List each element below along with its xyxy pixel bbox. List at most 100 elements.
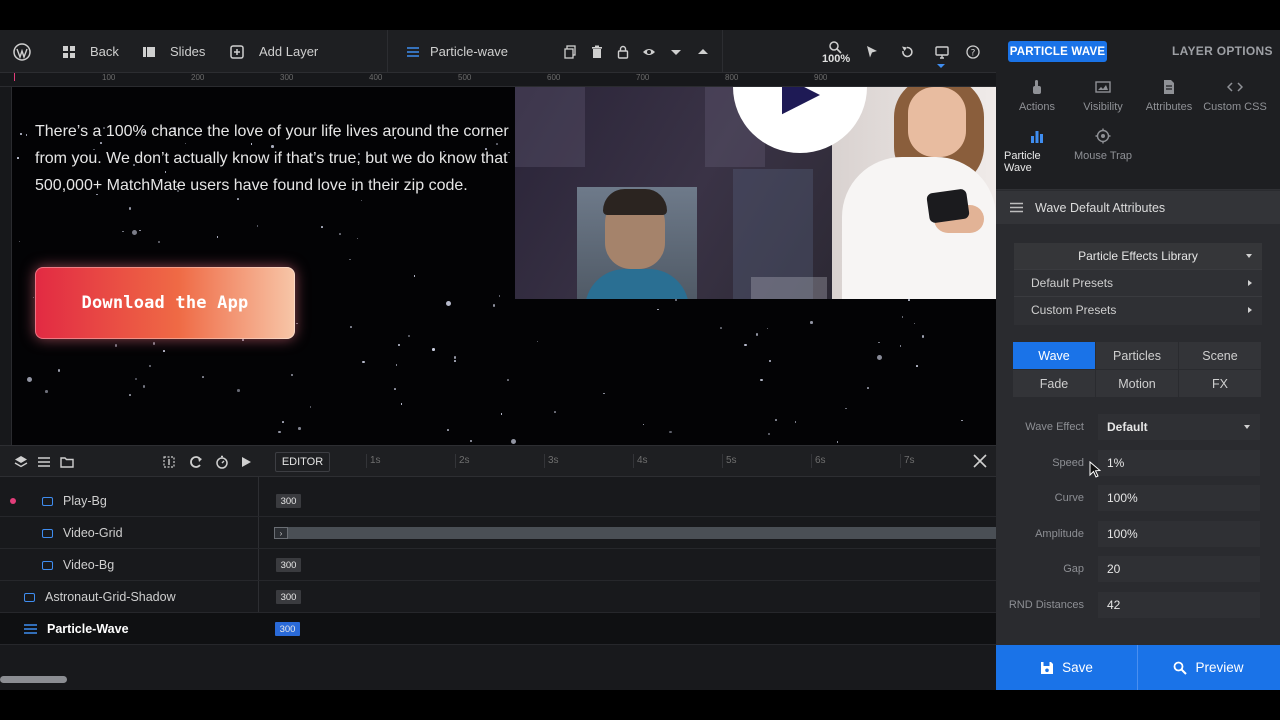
rnd-distances-input[interactable]: 42: [1098, 592, 1260, 618]
delete-layer-button[interactable]: [590, 30, 604, 73]
duration-badge[interactable]: 300: [275, 622, 300, 636]
lock-icon: [616, 45, 630, 59]
tab-scene[interactable]: Scene: [1179, 342, 1261, 369]
layers-icon[interactable]: [14, 455, 28, 469]
library-dropdown[interactable]: Particle Effects Library: [1014, 243, 1262, 269]
particle-wave-icon: [406, 45, 420, 59]
amplitude-field: Amplitude 100%: [996, 519, 1280, 549]
chevron-right-icon: [1248, 280, 1252, 286]
slides-button[interactable]: Slides: [142, 30, 205, 73]
duplicate-layer-button[interactable]: [563, 30, 577, 73]
particle-dot: [511, 439, 517, 445]
lock-layer-button[interactable]: [616, 30, 630, 73]
back-button[interactable]: Back: [62, 30, 119, 73]
wave-effect-select[interactable]: Default: [1098, 414, 1260, 440]
section-header[interactable]: Wave Default Attributes: [996, 191, 1280, 224]
duration-badge[interactable]: 300: [276, 590, 301, 604]
timeline-layers: Play-Bg 300 Video-Grid › Video-Bg 300 As…: [0, 477, 996, 690]
tab-particle-wave[interactable]: Particle Wave: [1004, 128, 1070, 174]
save-button[interactable]: Save: [996, 645, 1137, 690]
layer-down-button[interactable]: [669, 30, 683, 73]
particle-dot: [760, 378, 763, 382]
row-name: Particle-Wave: [24, 613, 129, 645]
magnifier-icon: [828, 40, 842, 54]
particle-dot: [360, 199, 363, 202]
zoom-level: 100%: [822, 53, 851, 65]
tab-label: Mouse Trap: [1073, 150, 1133, 162]
particle-dot: [282, 420, 284, 423]
rnd-distances-field: RND Distances 42: [996, 590, 1280, 620]
hero-paragraph[interactable]: There’s a 100% chance the love of your l…: [35, 118, 525, 199]
duration-badge[interactable]: 300: [276, 558, 301, 572]
editor-toolbar: Back Slides Add Layer Particle-wave 100%…: [0, 30, 996, 73]
track-handle[interactable]: ›: [274, 527, 288, 539]
list-icon[interactable]: [37, 455, 51, 469]
duration-badge[interactable]: 300: [276, 494, 301, 508]
tab-custom-css[interactable]: Custom CSS: [1202, 79, 1268, 123]
particle-dot: [395, 364, 398, 366]
layer-options-tab[interactable]: LAYER OPTIONS: [1172, 44, 1273, 58]
particle-dot: [498, 295, 501, 297]
time-label: 6s: [815, 455, 826, 466]
tab-particles[interactable]: Particles: [1096, 342, 1178, 369]
tab-attributes[interactable]: Attributes: [1136, 79, 1202, 123]
particle-dot: [309, 406, 312, 408]
play-icon: [782, 87, 820, 115]
particle-dot: [845, 407, 847, 410]
horizontal-scrollbar[interactable]: [0, 676, 67, 683]
mouse-cursor-icon: [1089, 461, 1101, 479]
preview-button[interactable]: Preview: [1138, 645, 1279, 690]
particle-dot: [866, 387, 869, 389]
video-grid-track[interactable]: ›: [274, 527, 996, 539]
tab-actions[interactable]: Actions: [1004, 79, 1070, 123]
particle-dot: [766, 327, 769, 330]
custom-presets-row[interactable]: Custom Presets: [1014, 296, 1262, 323]
visibility-toggle-button[interactable]: [642, 30, 656, 73]
particle-dot: [338, 233, 341, 235]
layer-up-button[interactable]: [696, 30, 710, 73]
timeline-row-video-grid[interactable]: Video-Grid ›: [0, 517, 996, 549]
particle-dot: [960, 419, 963, 422]
layer-name: Video-Grid: [63, 526, 123, 540]
speed-input[interactable]: 1%: [1098, 450, 1260, 476]
field-value: Default: [1107, 420, 1148, 434]
time-gridline: [455, 454, 456, 468]
editor-tab[interactable]: EDITOR: [275, 452, 330, 472]
time-label: 5s: [726, 455, 737, 466]
particle-dot: [447, 429, 449, 431]
particle-dot: [397, 343, 401, 347]
timeline-row-particle-wave[interactable]: Particle-Wave 300: [0, 613, 996, 645]
wordpress-logo-button[interactable]: [13, 30, 31, 73]
help-button[interactable]: ?: [966, 30, 980, 73]
timeline-row-astronaut-grid-shadow[interactable]: Astronaut-Grid-Shadow 300: [0, 581, 996, 613]
default-presets-row[interactable]: Default Presets: [1014, 269, 1262, 296]
tab-motion[interactable]: Motion: [1096, 370, 1178, 397]
particle-wave-tab[interactable]: PARTICLE WAVE: [1008, 41, 1107, 62]
timeline-row-play-bg[interactable]: Play-Bg 300: [0, 485, 996, 517]
frame-select-icon[interactable]: [162, 455, 176, 469]
timeline-row-video-bg[interactable]: Video-Bg 300: [0, 549, 996, 581]
undo-button[interactable]: [900, 30, 914, 73]
tab-fx[interactable]: FX: [1179, 370, 1261, 397]
folder-icon[interactable]: [60, 455, 74, 469]
amplitude-input[interactable]: 100%: [1098, 521, 1260, 547]
particle-dot: [139, 229, 141, 232]
download-app-button[interactable]: Download the App: [35, 267, 295, 339]
select-tool-button[interactable]: [865, 30, 879, 73]
play-icon[interactable]: [239, 455, 253, 469]
gap-input[interactable]: 20: [1098, 556, 1260, 582]
add-layer-button[interactable]: Add Layer: [230, 30, 318, 73]
particle-dot: [901, 316, 904, 318]
close-timeline-icon[interactable]: [972, 453, 988, 469]
tab-wave[interactable]: Wave: [1013, 342, 1095, 369]
loop-icon[interactable]: [189, 455, 203, 469]
tab-fade[interactable]: Fade: [1013, 370, 1095, 397]
tab-mouse-trap[interactable]: Mouse Trap: [1070, 128, 1136, 172]
tab-visibility[interactable]: Visibility: [1070, 79, 1136, 123]
section-list-icon: [1010, 202, 1023, 213]
current-layer-selector[interactable]: Particle-wave: [406, 30, 508, 73]
wave-effect-field: Wave Effect Default: [996, 412, 1280, 442]
curve-input[interactable]: 100%: [1098, 485, 1260, 511]
slide-canvas[interactable]: There’s a 100% chance the love of your l…: [12, 87, 996, 445]
stopwatch-icon[interactable]: [215, 455, 229, 469]
